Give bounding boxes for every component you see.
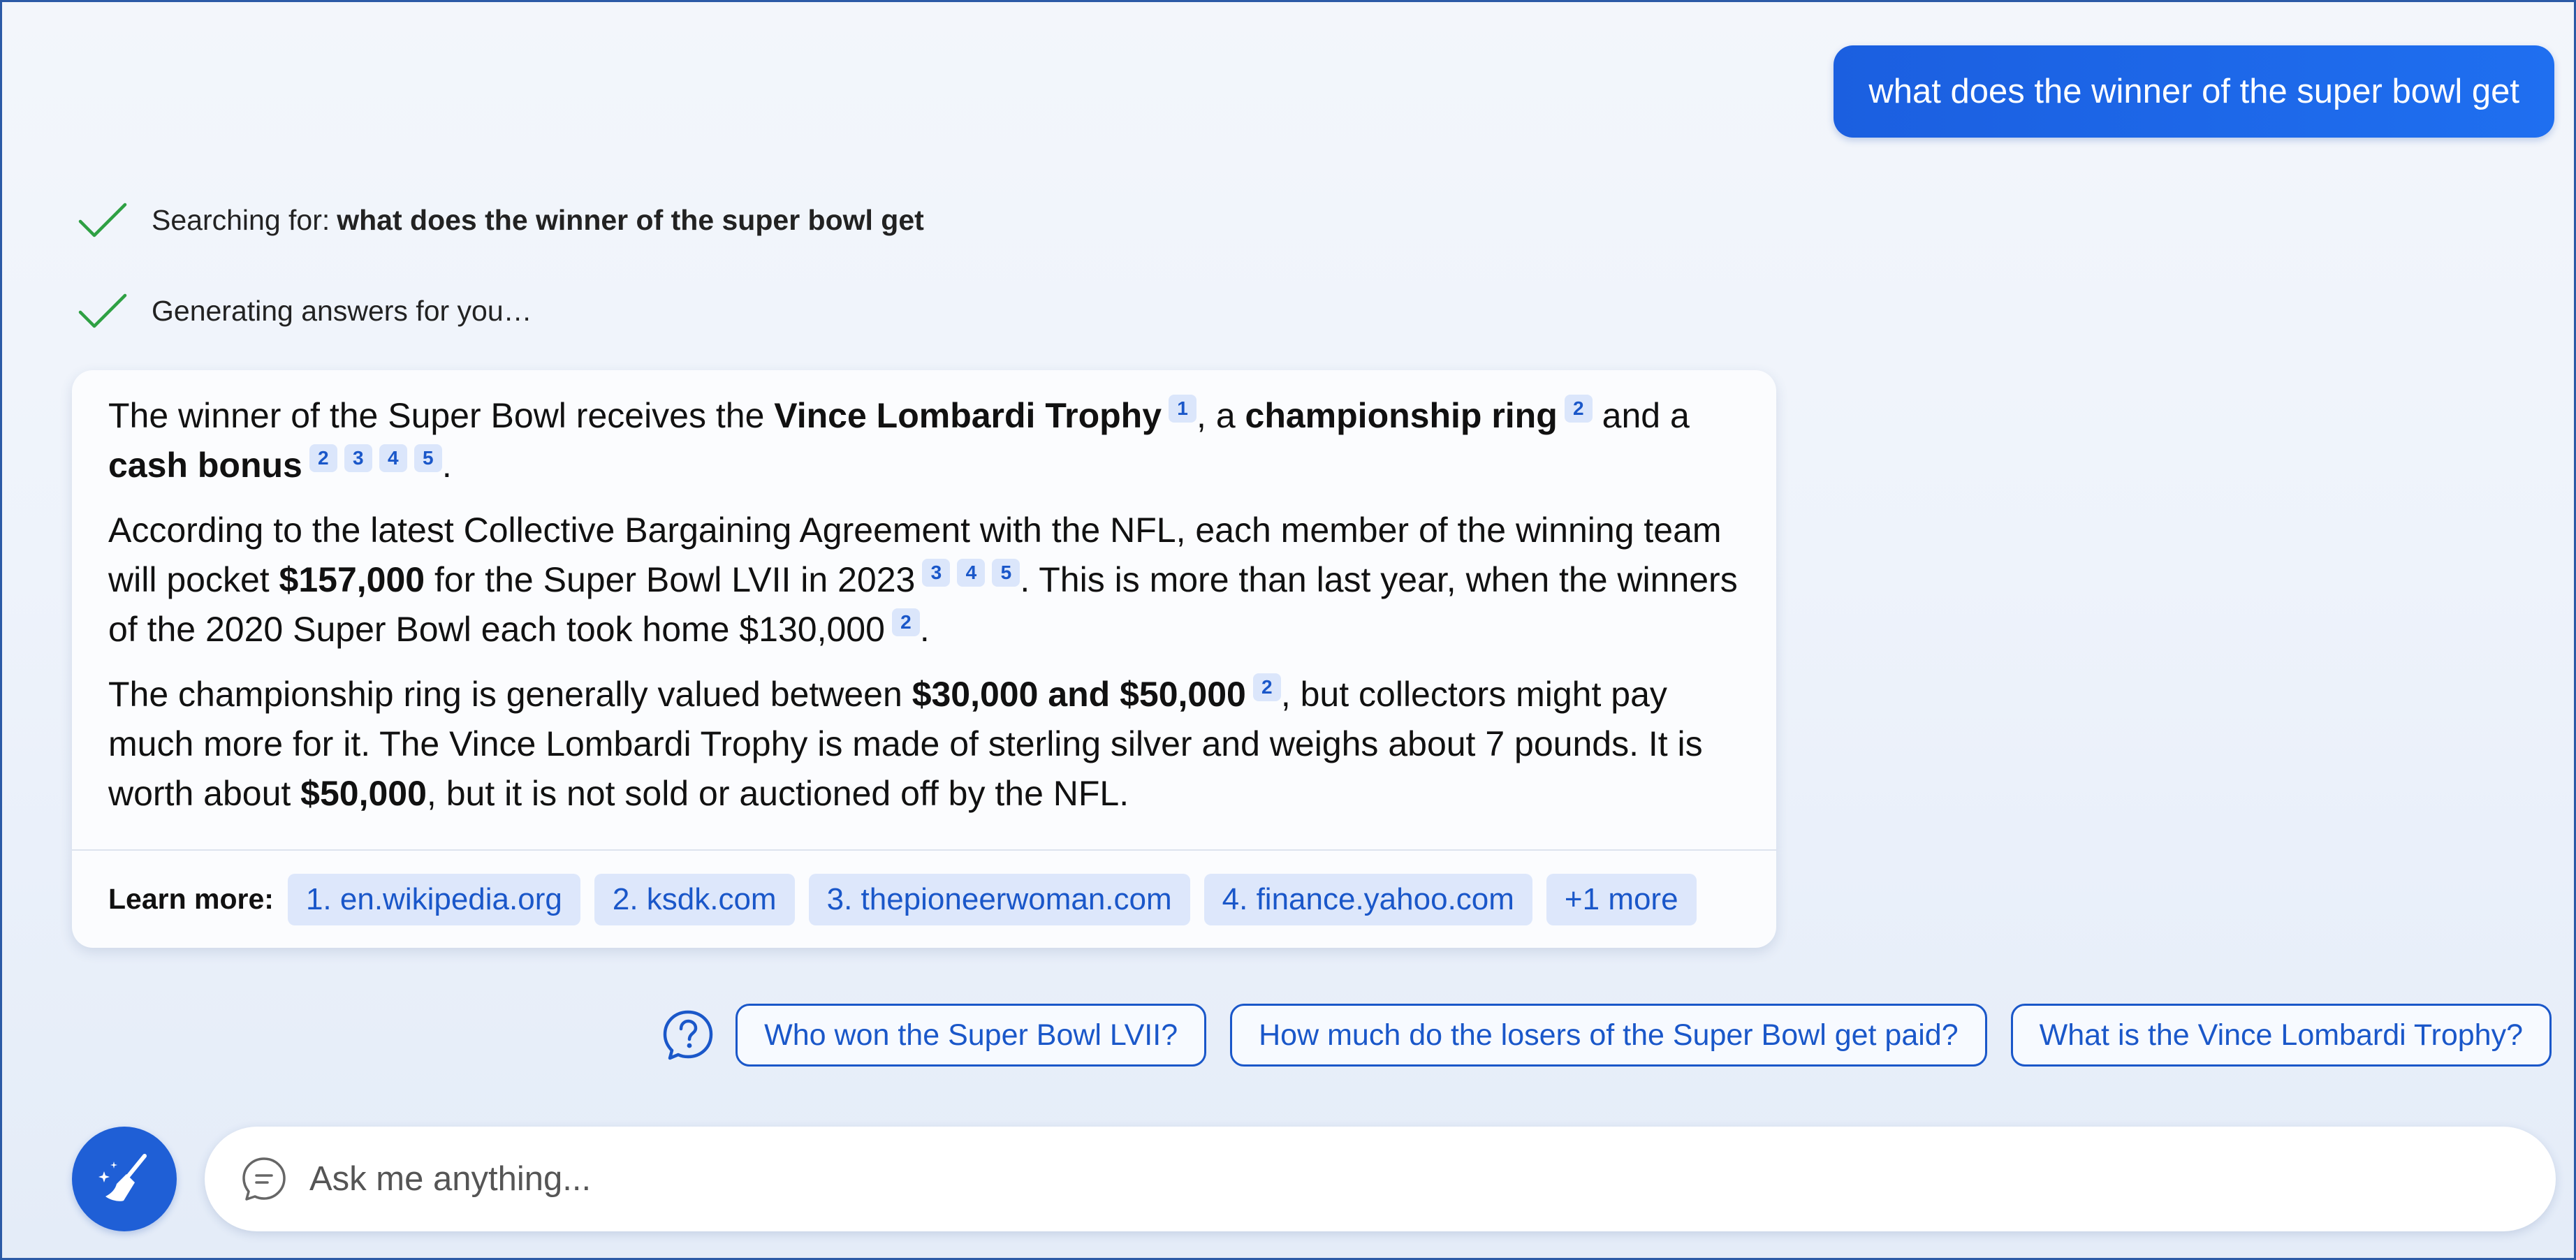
status-searching-query: what does the winner of the super bowl g… xyxy=(337,203,924,236)
answer-bold-text: $30,000 and $50,000 xyxy=(912,675,1246,714)
checkmark-icon xyxy=(78,203,127,237)
answer-paragraph-3: The championship ring is generally value… xyxy=(108,670,1740,819)
source-link[interactable]: 2. ksdk.com xyxy=(594,873,795,925)
source-link[interactable]: 1. en.wikipedia.org xyxy=(287,873,580,925)
learn-more-bar: Learn more: 1. en.wikipedia.org 2. ksdk.… xyxy=(72,849,1776,948)
answer-paragraph-1: The winner of the Super Bowl receives th… xyxy=(108,391,1740,490)
answer-text: and a xyxy=(1592,396,1690,435)
learn-more-label: Learn more: xyxy=(108,883,274,915)
source-link[interactable]: 4. finance.yahoo.com xyxy=(1203,873,1532,925)
answer-text: The winner of the Super Bowl receives th… xyxy=(108,396,775,435)
status-generating-label: Generating answers for you… xyxy=(152,294,532,327)
citation-badge[interactable]: 2 xyxy=(1252,673,1281,701)
citation-badge[interactable]: 2 xyxy=(309,444,337,472)
answer-text: for the Super Bowl LVII in 2023 xyxy=(425,560,916,599)
citation-badge[interactable]: 4 xyxy=(957,559,986,587)
suggestion-chip[interactable]: Who won the Super Bowl LVII? xyxy=(736,1004,1207,1067)
checkmark-icon xyxy=(78,293,127,328)
broom-icon xyxy=(98,1154,147,1201)
citation-badge[interactable]: 3 xyxy=(922,559,951,587)
answer-text: . xyxy=(919,610,930,649)
user-message-text: what does the winner of the super bowl g… xyxy=(1868,73,2519,110)
answer-card: The winner of the Super Bowl receives th… xyxy=(72,370,1776,948)
answer-text: , a xyxy=(1196,396,1245,435)
question-circle-icon[interactable] xyxy=(661,1009,715,1062)
citation-badge[interactable]: 5 xyxy=(992,559,1020,587)
user-message-bubble: what does the winner of the super bowl g… xyxy=(1834,45,2554,138)
answer-bold-text: championship ring xyxy=(1245,396,1558,435)
suggestion-chip[interactable]: How much do the losers of the Super Bowl… xyxy=(1230,1004,1987,1067)
answer-text: The championship ring is generally value… xyxy=(108,675,912,714)
citation-badge[interactable]: 2 xyxy=(1564,395,1593,423)
answer-bold-text: Vince Lombardi Trophy xyxy=(774,396,1162,435)
answer-text: , but it is not sold or auctioned off by… xyxy=(426,774,1129,813)
citation-badge[interactable]: 1 xyxy=(1169,395,1197,423)
citation-badge[interactable]: 3 xyxy=(344,444,372,472)
source-link[interactable]: 3. thepioneerwoman.com xyxy=(808,873,1190,925)
answer-bold-text: cash bonus xyxy=(108,446,302,485)
chat-bubble-icon xyxy=(242,1157,286,1201)
status-searching-label: Searching for: xyxy=(152,203,330,236)
status-generating: Generating answers for you… xyxy=(78,291,532,330)
status-searching: Searching for: what does the winner of t… xyxy=(78,200,924,240)
more-sources-button[interactable]: +1 more xyxy=(1546,873,1697,925)
answer-bold-text: $157,000 xyxy=(279,560,425,599)
citation-badge[interactable]: 2 xyxy=(891,608,920,636)
answer-text: . xyxy=(441,446,452,485)
suggestion-bar: Who won the Super Bowl LVII? How much do… xyxy=(661,1004,2552,1067)
answer-bold-text: $50,000 xyxy=(300,774,427,813)
ask-input-box[interactable] xyxy=(205,1127,2556,1231)
new-topic-button[interactable] xyxy=(72,1127,177,1231)
ask-input[interactable] xyxy=(308,1159,2556,1199)
answer-paragraph-2: According to the latest Collective Barga… xyxy=(108,506,1740,654)
citation-badge[interactable]: 5 xyxy=(414,444,442,472)
citation-badge[interactable]: 4 xyxy=(379,444,407,472)
suggestion-chip[interactable]: What is the Vince Lombardi Trophy? xyxy=(2010,1004,2552,1067)
